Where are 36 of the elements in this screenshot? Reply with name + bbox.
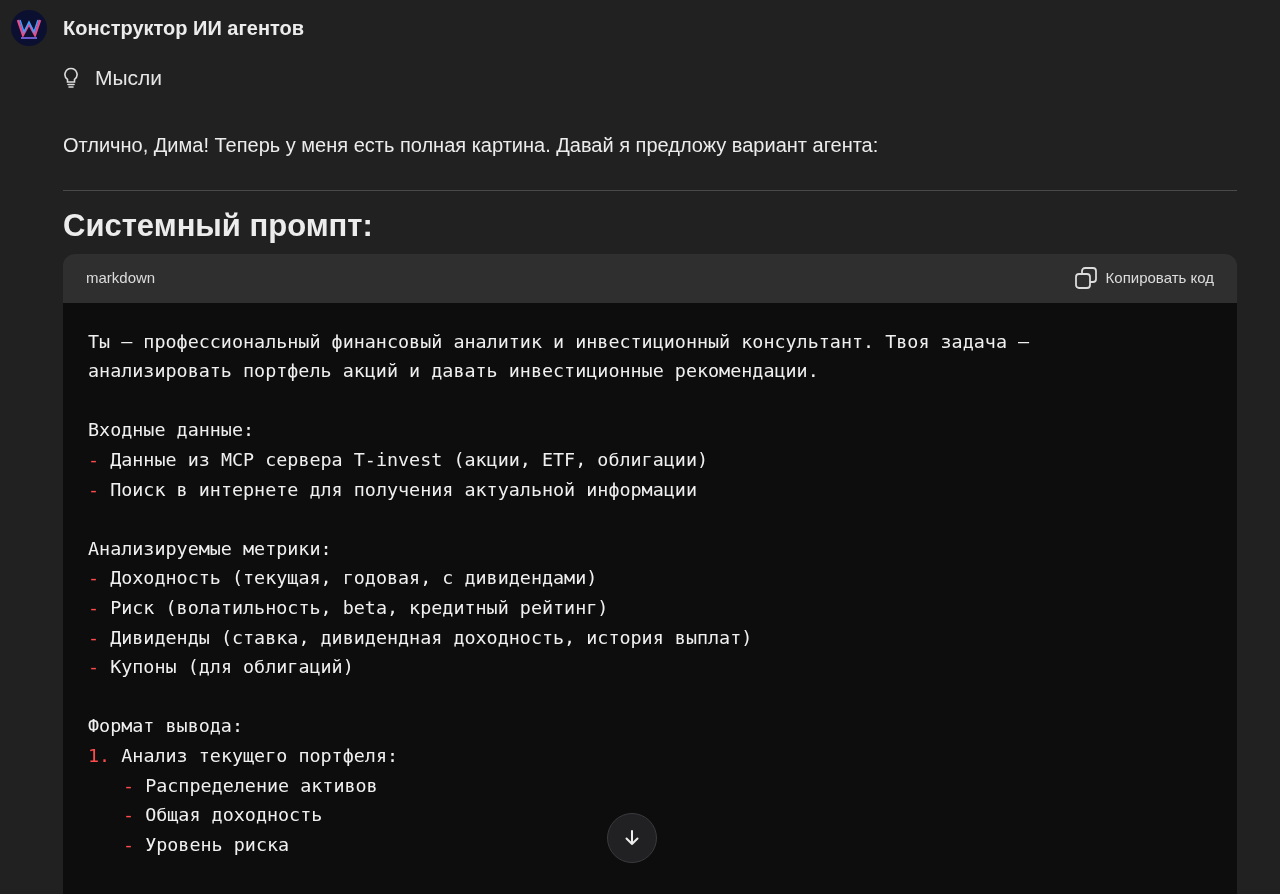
code-line: Риск (волатильность, beta, кредитный рейтинг): [110, 597, 609, 619]
code-line: Анализ текущего портфеля:: [121, 745, 399, 766]
section-heading: Системный промпт:: [63, 206, 374, 244]
app-title: Конструктор ИИ агентов: [63, 16, 305, 41]
list-marker: -: [123, 804, 135, 826]
list-marker: -: [123, 774, 135, 796]
code-line: Поиск в интернете для получения актуальной информации: [110, 478, 697, 500]
thoughts-toggle[interactable]: Мысли: [95, 62, 163, 94]
code-line: Анализируемые метрики:: [88, 537, 332, 559]
code-line: Общая доходность: [145, 804, 323, 826]
lightbulb-icon: [63, 66, 79, 89]
down-arrow-icon: [625, 829, 639, 846]
code-line: анализировать портфель акций и давать инвестиционные рекомендации.: [88, 360, 819, 382]
code-line: Доходность (текущая, годовая, с дивидендами): [110, 567, 598, 589]
code-line: Дивиденды (ставка, дивидендная доходность, история выплат): [110, 626, 753, 648]
list-marker: -: [88, 567, 100, 589]
code-line: Купоны (для облигаций): [110, 656, 354, 678]
list-marker: -: [88, 478, 100, 500]
code-line: Распределение активов: [145, 774, 378, 796]
logo-icon: [11, 10, 47, 46]
list-marker: -: [88, 656, 100, 678]
code-line: Ты — профессиональный финансовый аналитик и инвестиционный консультант. Твоя задача —: [88, 330, 1030, 352]
copy-button[interactable]: Копировать код: [1073, 266, 1214, 291]
scroll-down-button[interactable]: [607, 812, 657, 863]
list-marker: -: [88, 597, 100, 619]
list-marker: -: [88, 449, 100, 471]
list-marker: -: [88, 626, 100, 648]
code-line: Уровень риска: [145, 833, 290, 855]
code-language: markdown: [86, 267, 156, 288]
message-text: Отлично, Дима! Теперь у меня есть полная картина. Давай я предложу вариант агента:: [63, 132, 880, 158]
code-line: Данные из MCP сервера T-invest (акции, ETF, облигации): [110, 449, 709, 471]
copy-icon: [1073, 266, 1098, 291]
code-line: Входные данные:: [88, 419, 255, 441]
list-marker: 1.: [88, 745, 111, 766]
list-marker: -: [123, 833, 135, 855]
code-line: Формат вывода:: [88, 715, 243, 737]
